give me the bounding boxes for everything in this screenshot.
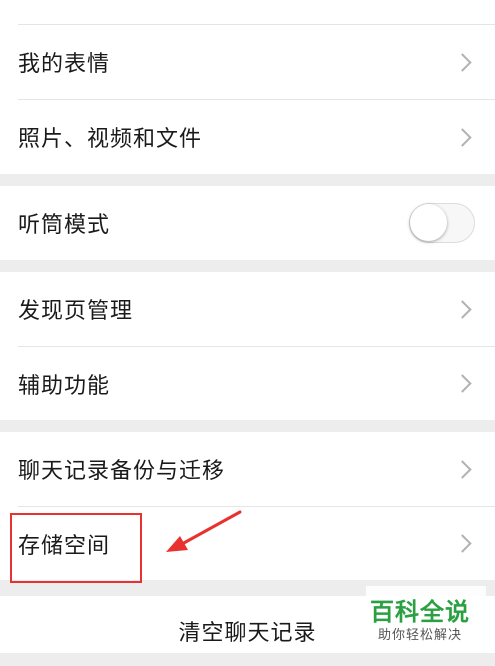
settings-group-top: 我的表情 照片、视频和文件 <box>0 0 495 174</box>
annotation-arrow-icon <box>166 510 242 552</box>
chevron-right-icon <box>453 127 472 147</box>
chevron-right-icon <box>453 534 472 553</box>
watermark-logo: 百科全说 助你轻松解决 <box>366 586 486 648</box>
settings-item-my-stickers[interactable]: 我的表情 <box>0 25 495 99</box>
settings-item-label: 听筒模式 <box>18 213 111 238</box>
toggle-knob <box>410 204 447 241</box>
settings-item-discover-management[interactable]: 发现页管理 <box>0 272 495 346</box>
chevron-right-icon <box>453 52 472 72</box>
settings-item-accessibility[interactable]: 辅助功能 <box>0 347 495 420</box>
settings-group-discover: 发现页管理 辅助功能 <box>0 272 495 420</box>
watermark-title: 百科全说 <box>370 598 470 626</box>
annotation-highlight-box <box>10 513 142 583</box>
settings-item-label: 发现页管理 <box>18 299 134 324</box>
settings-item-chat-backup-migration[interactable]: 聊天记录备份与迁移 <box>0 432 495 506</box>
chevron-right-icon <box>453 299 472 319</box>
settings-group-earpiece: 听筒模式 <box>0 186 495 260</box>
earpiece-mode-toggle[interactable] <box>409 203 475 243</box>
watermark-subtitle: 助你轻松解决 <box>378 628 463 643</box>
settings-item-label: 聊天记录备份与迁移 <box>18 459 226 484</box>
settings-item-earpiece-mode: 听筒模式 <box>0 186 495 260</box>
settings-item-label: 照片、视频和文件 <box>18 127 203 152</box>
settings-item-photos-videos-files[interactable]: 照片、视频和文件 <box>0 100 495 174</box>
settings-item-label: 辅助功能 <box>18 373 111 399</box>
chevron-right-icon <box>453 374 472 393</box>
chevron-right-icon <box>453 459 472 479</box>
settings-item-label: 我的表情 <box>18 52 111 77</box>
